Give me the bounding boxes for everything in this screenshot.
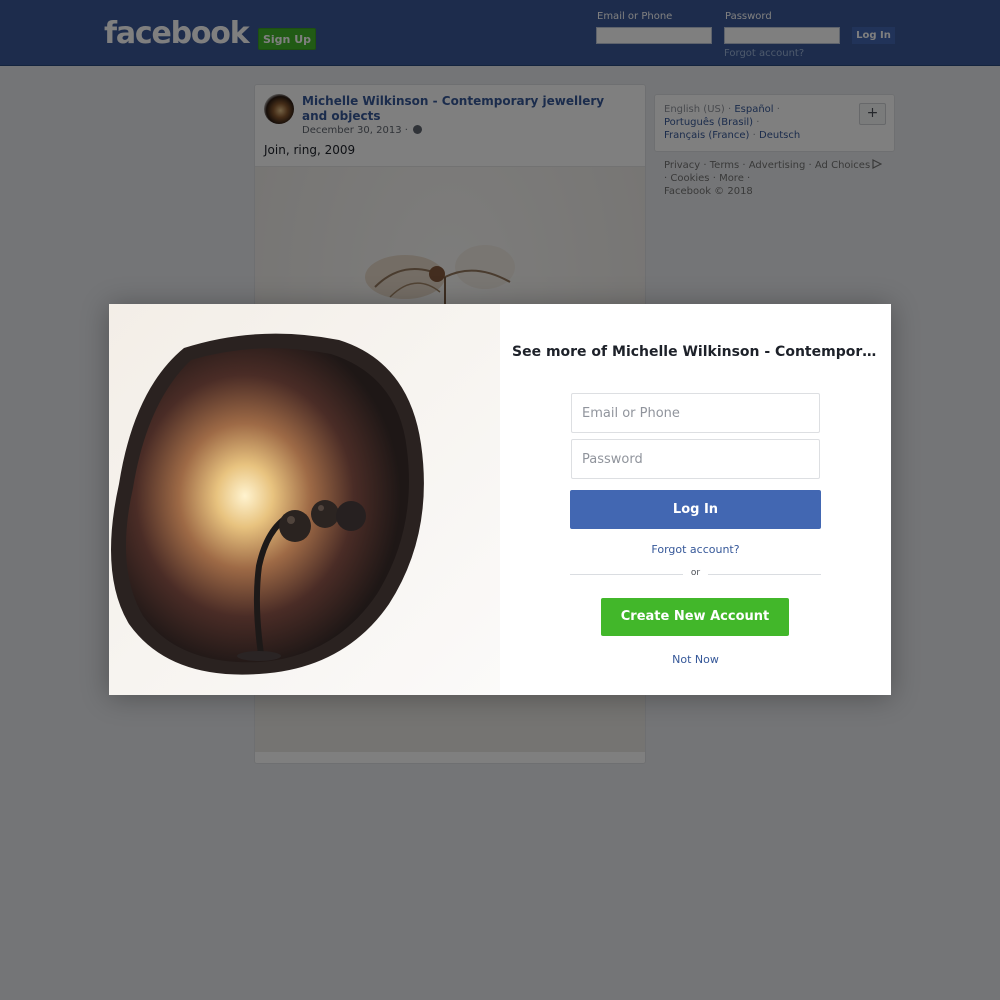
modal-photo <box>109 304 500 695</box>
divider-right <box>708 574 821 575</box>
modal-password-input[interactable] <box>571 439 820 479</box>
create-account-button[interactable]: Create New Account <box>601 598 789 636</box>
login-modal: See more of Michelle Wilkinson - Contemp… <box>109 304 891 695</box>
not-now-link[interactable]: Not Now <box>500 653 891 666</box>
modal-email-input[interactable] <box>571 393 820 433</box>
modal-login-panel: See more of Michelle Wilkinson - Contemp… <box>500 304 891 695</box>
modal-forgot-link[interactable]: Forgot account? <box>500 543 891 556</box>
or-separator: or <box>690 568 701 578</box>
modal-login-button[interactable]: Log In <box>570 490 821 529</box>
ring-photo-image <box>109 304 500 695</box>
modal-title: See more of Michelle Wilkinson - Contemp… <box>512 344 877 360</box>
